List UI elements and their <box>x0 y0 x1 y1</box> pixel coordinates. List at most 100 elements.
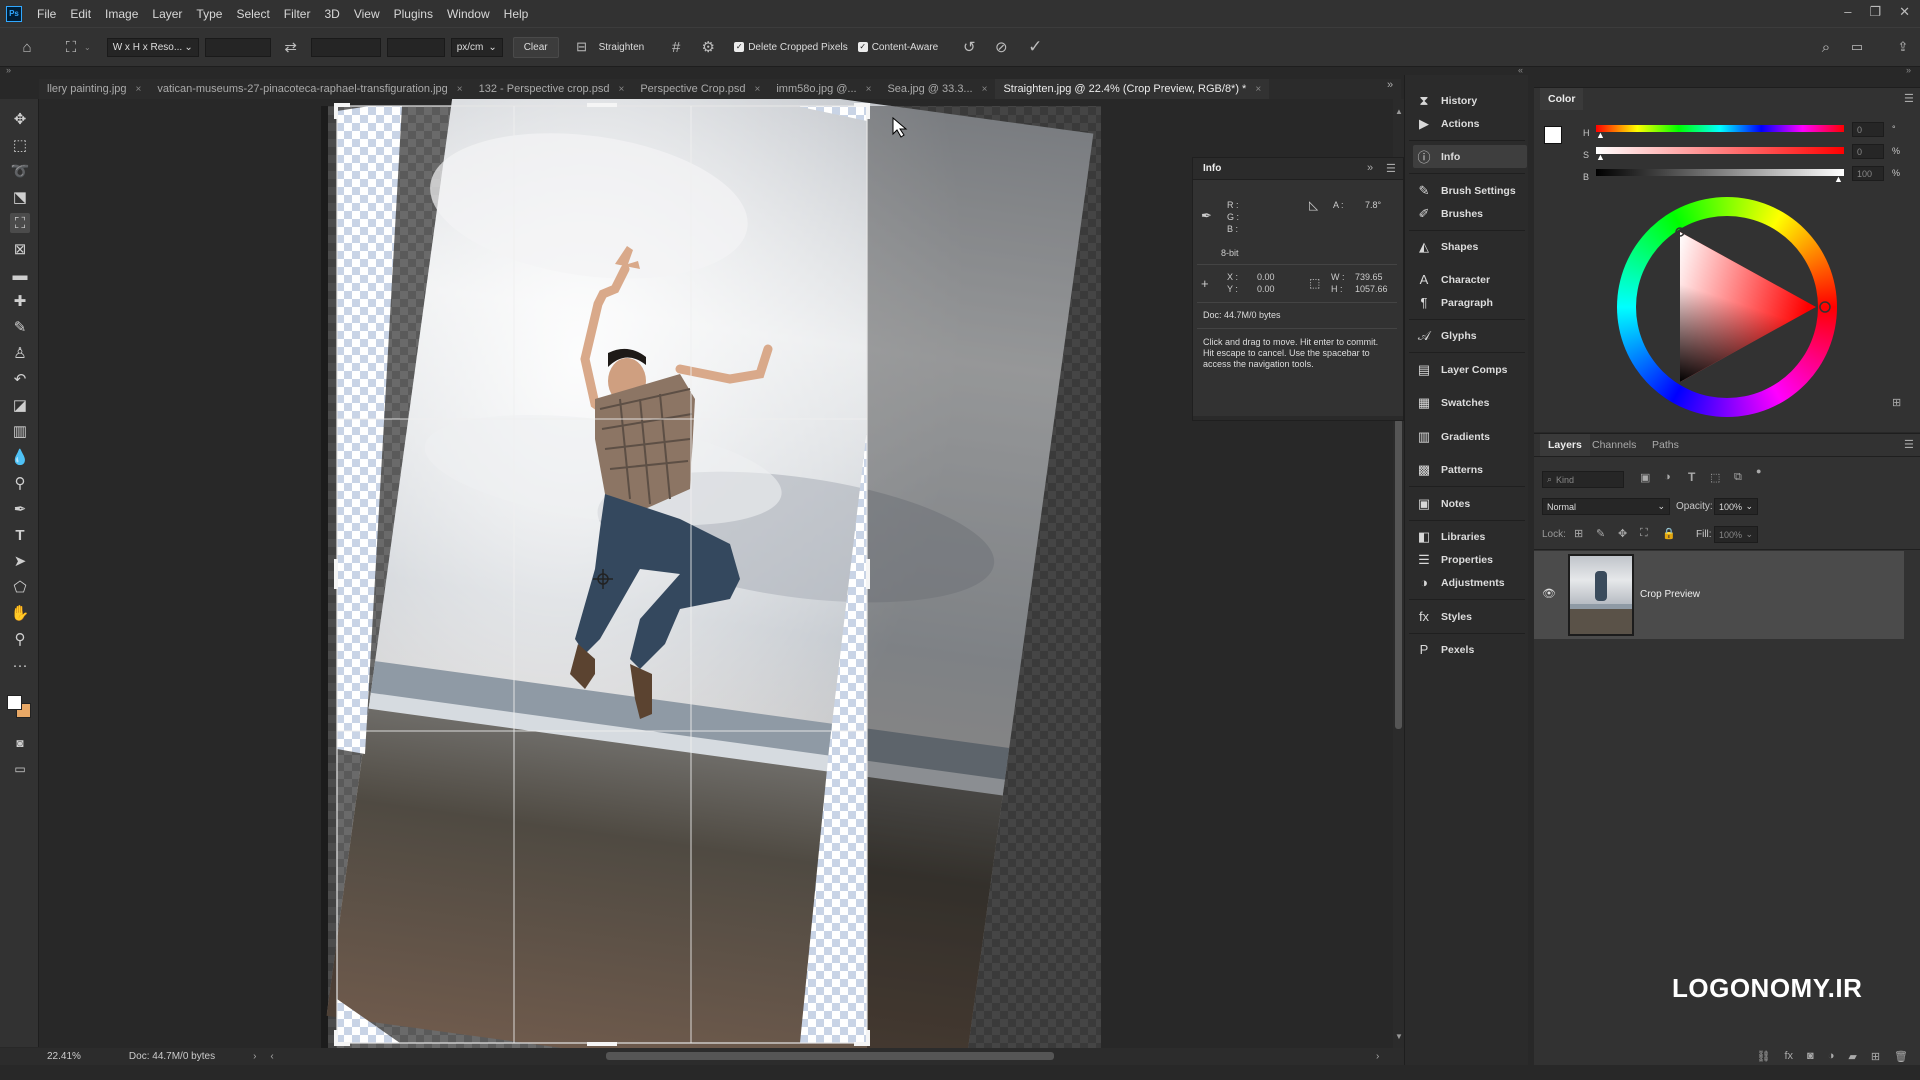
dock-item-shapes[interactable]: ◭ Shapes <box>1413 235 1527 258</box>
units-select[interactable]: px/cm ⌄ <box>450 37 503 57</box>
adjustment-layer-icon[interactable]: ◑ <box>1828 1050 1835 1062</box>
menu-view[interactable]: View <box>347 7 387 21</box>
color-wheel[interactable] <box>1614 194 1840 420</box>
document-tab[interactable]: imm58o.jpg @... × <box>768 79 879 99</box>
document-tab[interactable]: Perspective Crop.psd × <box>632 79 768 99</box>
status-menu-icon[interactable]: › <box>253 1051 256 1062</box>
lock-artboard-icon[interactable]: ⛶ <box>1640 527 1648 540</box>
document-tab[interactable]: llery painting.jpg × <box>39 79 149 99</box>
close-icon[interactable]: ✕ <box>1899 4 1910 20</box>
screen-mode-icon[interactable]: ▭ <box>10 759 30 779</box>
menu-filter[interactable]: Filter <box>277 7 318 21</box>
lock-position-icon[interactable]: ✥ <box>1618 527 1627 540</box>
straighten-icon[interactable]: ⊟ <box>569 39 595 55</box>
scroll-right-icon[interactable]: › <box>1376 1051 1379 1062</box>
new-layer-icon[interactable]: ⊞ <box>1871 1050 1880 1063</box>
height-input[interactable] <box>310 37 381 57</box>
dock-item-brushes[interactable]: ✐ Brushes <box>1413 202 1527 225</box>
scroll-down-icon[interactable]: ▼ <box>1395 1032 1403 1041</box>
new-group-icon[interactable]: ▰ <box>1848 1050 1856 1063</box>
adjustment-filter-icon[interactable]: ◑ <box>1664 471 1671 483</box>
menu-help[interactable]: Help <box>497 7 536 21</box>
lock-all-icon[interactable]: 🔒 <box>1662 527 1676 540</box>
menu-type[interactable]: Type <box>189 7 229 21</box>
blur-tool-icon[interactable]: 💧 <box>10 447 30 467</box>
reset-icon[interactable]: ↺ <box>956 38 982 56</box>
menu-edit[interactable]: Edit <box>63 7 98 21</box>
close-tab-icon[interactable]: × <box>457 84 463 95</box>
frame-tool-icon[interactable]: ⊠ <box>10 239 30 259</box>
brush-tool-icon[interactable]: ✎ <box>10 317 30 337</box>
dock-item-character[interactable]: A Character <box>1413 268 1527 291</box>
dock-item-paragraph[interactable]: ¶ Paragraph <box>1413 291 1527 314</box>
dock-item-adjustments[interactable]: ◑ Adjustments <box>1413 571 1527 594</box>
object-selection-tool-icon[interactable]: ⬔ <box>10 187 30 207</box>
ratio-preset-select[interactable]: W x H x Reso... ⌄ <box>106 37 199 57</box>
clone-stamp-tool-icon[interactable]: ♙ <box>10 343 30 363</box>
expand-left-icon[interactable]: » <box>6 65 11 75</box>
blend-mode-select[interactable]: Normal ⌄ <box>1542 498 1670 515</box>
layer-style-icon[interactable]: fx <box>1784 1050 1793 1062</box>
link-layers-icon[interactable]: ⛓ <box>1757 1050 1771 1063</box>
close-tab-icon[interactable]: × <box>866 84 872 95</box>
marquee-tool-icon[interactable]: ⬚ <box>10 135 30 155</box>
gradient-tool-icon[interactable]: ▥ <box>10 421 30 441</box>
more-tabs-icon[interactable]: » <box>1387 79 1393 91</box>
dock-item-pexels[interactable]: P Pexels <box>1413 638 1527 661</box>
fill-input[interactable]: 100% ⌄ <box>1714 526 1758 543</box>
document-tab-active[interactable]: Straighten.jpg @ 22.4% (Crop Preview, RG… <box>995 79 1270 99</box>
saturation-slider[interactable] <box>1596 147 1844 154</box>
hand-tool-icon[interactable]: ✋ <box>10 603 30 623</box>
delete-layer-icon[interactable]: 🗑 <box>1894 1050 1908 1063</box>
move-tool-icon[interactable]: ✥ <box>10 109 30 129</box>
dock-item-gradients[interactable]: ▥ Gradients <box>1413 425 1527 448</box>
layer-thumbnail[interactable] <box>1568 554 1634 636</box>
search-icon[interactable]: ⌕ <box>1815 39 1837 56</box>
lock-pixels-icon[interactable]: ✎ <box>1596 527 1605 540</box>
dodge-tool-icon[interactable]: ⚲ <box>10 473 30 493</box>
layer-name[interactable]: Crop Preview <box>1640 589 1700 600</box>
more-tools-icon[interactable]: ··· <box>10 655 30 675</box>
menu-plugins[interactable]: Plugins <box>387 7 440 21</box>
dock-item-notes[interactable]: ▣ Notes <box>1413 492 1527 515</box>
width-input[interactable] <box>204 37 271 57</box>
healing-brush-tool-icon[interactable]: ✚ <box>10 291 30 311</box>
hue-value[interactable]: 0 <box>1852 122 1884 137</box>
tab-paths[interactable]: Paths <box>1644 434 1687 456</box>
layer-row-crop-preview[interactable]: 👁 Crop Preview <box>1534 551 1904 639</box>
dock-item-styles[interactable]: fx Styles <box>1413 605 1527 628</box>
brightness-value[interactable]: 100 <box>1852 166 1884 181</box>
info-panel-tab[interactable]: Info <box>1199 163 1225 174</box>
workspace-icon[interactable]: ▭ <box>1846 39 1868 55</box>
resolution-input[interactable] <box>386 37 445 57</box>
document-tab[interactable]: vatican-museums-27-pinacoteca-raphael-tr… <box>149 79 470 99</box>
pixel-filter-icon[interactable]: ▣ <box>1640 471 1650 484</box>
menu-layer[interactable]: Layer <box>145 7 189 21</box>
close-tab-icon[interactable]: × <box>1255 84 1261 95</box>
document-canvas[interactable] <box>40 99 1393 1048</box>
zoom-tool-icon[interactable]: ⚲ <box>10 629 30 649</box>
tab-channels[interactable]: Channels <box>1584 434 1644 456</box>
path-selection-tool-icon[interactable]: ➤ <box>10 551 30 571</box>
slider-thumb-icon[interactable]: ▲ <box>1596 130 1605 140</box>
panel-menu-icon[interactable]: ☰ <box>1904 92 1914 105</box>
menu-file[interactable]: File <box>30 7 63 21</box>
close-tab-icon[interactable]: × <box>618 84 624 95</box>
menu-window[interactable]: Window <box>440 7 497 21</box>
commit-check-icon[interactable]: ✓ <box>1022 37 1048 57</box>
cancel-icon[interactable]: ⊘ <box>988 38 1014 56</box>
menu-image[interactable]: Image <box>98 7 145 21</box>
dock-item-info[interactable]: ⓘ Info <box>1413 145 1527 168</box>
menu-3d[interactable]: 3D <box>317 7 346 21</box>
dock-item-layer-comps[interactable]: ▤ Layer Comps <box>1413 358 1527 381</box>
foreground-color-swatch[interactable] <box>7 695 22 710</box>
crop-tool-preset-icon[interactable]: ⛶ <box>58 39 84 56</box>
crop-tool-icon[interactable]: ⛶ <box>10 213 30 233</box>
dock-item-libraries[interactable]: ◧ Libraries <box>1413 525 1527 548</box>
expand-icon[interactable]: ⊞ <box>1892 396 1901 409</box>
share-icon[interactable]: ⇪ <box>1892 39 1914 55</box>
ruler-tool-icon[interactable]: ▬ <box>10 265 30 285</box>
scroll-up-icon[interactable]: ▲ <box>1395 107 1403 116</box>
shape-filter-icon[interactable]: ⬚ <box>1710 471 1720 484</box>
quick-mask-icon[interactable]: ◙ <box>10 733 30 753</box>
